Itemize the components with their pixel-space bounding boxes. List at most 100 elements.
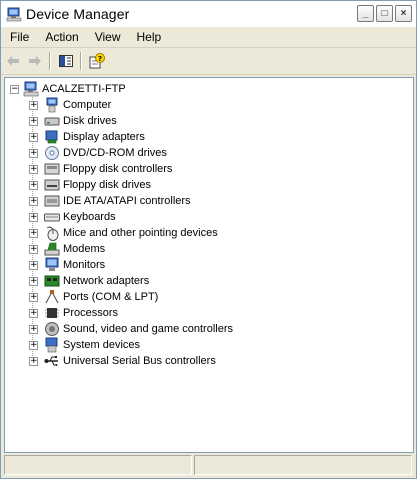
menu-help[interactable]: Help xyxy=(130,30,169,44)
menu-file[interactable]: File xyxy=(3,30,36,44)
show-hide-console-tree-button[interactable] xyxy=(56,51,76,71)
forward-arrow-icon xyxy=(29,56,41,66)
expand-toggle[interactable]: + xyxy=(29,356,38,366)
expand-toggle[interactable]: + xyxy=(29,276,38,286)
menu-view[interactable]: View xyxy=(88,30,128,44)
computer-name: ACALZETTI-FTP xyxy=(42,83,126,95)
back-button[interactable] xyxy=(3,51,23,71)
device-category-system-device[interactable]: + System devices xyxy=(29,337,140,353)
modem-icon xyxy=(44,242,60,256)
window-title: Device Manager xyxy=(26,6,130,22)
expand-toggle[interactable]: + xyxy=(29,260,38,270)
title-bar[interactable]: Device Manager _ □ × xyxy=(1,1,416,27)
device-category-floppy-drive[interactable]: + Floppy disk drives xyxy=(29,177,151,193)
device-category-mouse[interactable]: + Mice and other pointing devices xyxy=(29,225,218,241)
system-device-icon xyxy=(45,337,58,353)
device-category-label: Computer xyxy=(63,99,112,111)
device-category-label: System devices xyxy=(63,339,141,351)
device-category-label: DVD/CD-ROM drives xyxy=(63,147,167,159)
device-manager-window: Device Manager _ □ × File Action View He… xyxy=(0,0,417,479)
back-arrow-icon xyxy=(7,56,19,66)
collapse-toggle[interactable]: − xyxy=(10,84,19,94)
help-icon: ? xyxy=(89,53,105,69)
device-category-label: Monitors xyxy=(63,259,106,271)
device-tree[interactable]: − ACALZETTI-FTP + Computer + Disk drives + Di… xyxy=(4,77,414,453)
device-category-ide-controller[interactable]: + IDE ATA/ATAPI controllers xyxy=(29,193,191,209)
device-category-label: Mice and other pointing devices xyxy=(63,227,218,239)
expand-toggle[interactable]: + xyxy=(29,324,38,334)
menu-action[interactable]: Action xyxy=(38,30,85,44)
menu-bar: File Action View Help xyxy=(1,27,416,48)
device-category-display-adapter[interactable]: + Display adapters xyxy=(29,129,145,145)
device-category-label: Sound, video and game controllers xyxy=(63,323,233,335)
toolbar-separator xyxy=(80,52,81,70)
toolbar: ? xyxy=(1,48,416,75)
device-category-label: Ports (COM & LPT) xyxy=(63,291,159,303)
maximize-button[interactable]: □ xyxy=(376,5,393,22)
console-tree-icon xyxy=(59,55,73,67)
tree-root-node[interactable]: − ACALZETTI-FTP xyxy=(10,81,126,97)
forward-button[interactable] xyxy=(25,51,45,71)
toolbar-separator xyxy=(49,52,50,70)
device-category-label: Display adapters xyxy=(63,131,145,143)
expand-toggle[interactable]: + xyxy=(29,180,38,190)
minimize-button[interactable]: _ xyxy=(357,5,374,22)
status-pane-secondary xyxy=(194,455,412,475)
device-category-label: Modems xyxy=(63,243,106,255)
network-adapter-icon xyxy=(44,275,60,287)
computer-icon xyxy=(23,81,39,97)
computer-icon xyxy=(46,97,58,113)
sound-icon xyxy=(45,322,59,336)
device-category-processor[interactable]: + Processors xyxy=(29,305,118,321)
expand-toggle[interactable]: + xyxy=(29,116,38,126)
expand-toggle[interactable]: + xyxy=(29,212,38,222)
device-category-disk-drive[interactable]: + Disk drives xyxy=(29,113,117,129)
device-category-label: Floppy disk drives xyxy=(63,179,152,191)
device-category-monitor[interactable]: + Monitors xyxy=(29,257,105,273)
help-button[interactable]: ? xyxy=(87,51,107,71)
expand-toggle[interactable]: + xyxy=(29,244,38,254)
mouse-icon xyxy=(46,226,59,241)
device-category-keyboard[interactable]: + Keyboards xyxy=(29,209,116,225)
device-category-label: Disk drives xyxy=(63,115,117,127)
expand-toggle[interactable]: + xyxy=(29,100,38,110)
expand-toggle[interactable]: + xyxy=(29,292,38,302)
window-controls: _ □ × xyxy=(357,5,412,22)
floppy-controller-icon xyxy=(44,163,60,175)
svg-text:?: ? xyxy=(98,55,102,63)
status-pane-main xyxy=(4,455,192,475)
close-button[interactable]: × xyxy=(395,5,412,22)
device-category-dvd-drive[interactable]: + DVD/CD-ROM drives xyxy=(29,145,167,161)
expand-toggle[interactable]: + xyxy=(29,196,38,206)
processor-icon xyxy=(45,308,59,318)
expand-toggle[interactable]: + xyxy=(29,340,38,350)
device-category-modem[interactable]: + Modems xyxy=(29,241,105,257)
status-bar xyxy=(4,455,414,475)
device-category-label: Floppy disk controllers xyxy=(63,163,173,175)
device-category-sound[interactable]: + Sound, video and game controllers xyxy=(29,321,233,337)
device-category-label: Keyboards xyxy=(63,211,116,223)
expand-toggle[interactable]: + xyxy=(29,164,38,174)
ide-controller-icon xyxy=(44,195,60,207)
device-category-label: Processors xyxy=(63,307,119,319)
usb-icon xyxy=(44,356,58,366)
device-category-port[interactable]: + Ports (COM & LPT) xyxy=(29,289,158,305)
display-adapter-icon xyxy=(45,130,58,144)
keyboard-icon xyxy=(44,213,60,222)
device-category-computer[interactable]: + Computer xyxy=(29,97,111,113)
device-category-label: Universal Serial Bus controllers xyxy=(63,355,216,367)
disk-drive-icon xyxy=(44,117,60,126)
device-category-usb[interactable]: + Universal Serial Bus controllers xyxy=(29,353,216,369)
expand-toggle[interactable]: + xyxy=(29,228,38,238)
device-category-label: Network adapters xyxy=(63,275,150,287)
monitor-icon xyxy=(45,257,59,271)
expand-toggle[interactable]: + xyxy=(29,308,38,318)
expand-toggle[interactable]: + xyxy=(29,148,38,158)
device-category-label: IDE ATA/ATAPI controllers xyxy=(63,195,191,207)
expand-toggle[interactable]: + xyxy=(29,132,38,142)
device-category-network-adapter[interactable]: + Network adapters xyxy=(29,273,149,289)
port-icon xyxy=(45,290,59,304)
device-category-floppy-controller[interactable]: + Floppy disk controllers xyxy=(29,161,172,177)
dvd-drive-icon xyxy=(45,146,59,160)
device-manager-icon xyxy=(6,7,22,22)
